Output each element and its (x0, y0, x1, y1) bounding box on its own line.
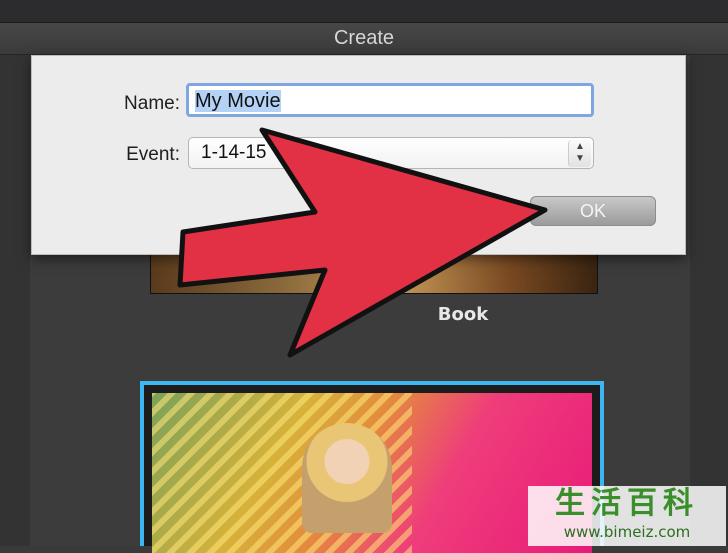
template-label-book: Book (437, 304, 489, 325)
name-input[interactable]: My Movie (186, 83, 594, 117)
template-preview-image (152, 393, 592, 553)
right-panel (690, 55, 728, 546)
ok-button[interactable]: OK (530, 196, 656, 226)
event-select-value: 1-14-15 (201, 142, 267, 163)
name-label: Name: (124, 93, 180, 114)
left-panel (0, 55, 30, 546)
watermark: 生活百科 www.bimeiz.com (528, 486, 726, 546)
name-input-value: My Movie (195, 90, 281, 112)
chevron-up-down-icon[interactable]: ▲ ▼ (568, 140, 591, 167)
window-title: Create (0, 23, 728, 55)
event-label: Event: (126, 144, 180, 165)
event-select[interactable]: 1-14-15 ▲ ▼ (188, 137, 594, 169)
watermark-url: www.bimeiz.com (563, 523, 691, 541)
preview-person (302, 423, 392, 533)
menu-bar (0, 0, 728, 23)
watermark-text: 生活百科 (555, 486, 699, 521)
